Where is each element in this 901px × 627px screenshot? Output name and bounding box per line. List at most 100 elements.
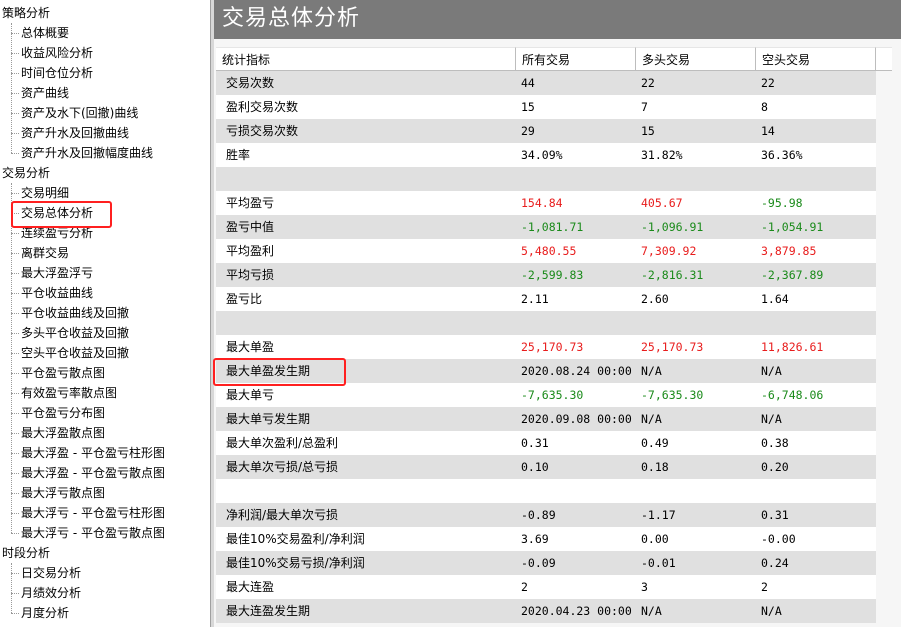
table-row[interactable]: 最大单亏 -7,635.30 -7,635.30 -6,748.06 <box>216 383 876 407</box>
tree-item[interactable]: 最大浮盈 - 平仓盈亏散点图 <box>21 463 165 483</box>
tree-connector <box>11 273 19 274</box>
main-panel: 交易总体分析 统计指标 所有交易 多头交易 空头交易 交易次数 44 22 22 盈利交… <box>214 0 901 627</box>
value-cell: -1,054.91 <box>761 220 824 234</box>
value-cell: -2,816.31 <box>641 268 704 282</box>
metric-name-cell: 平均亏损 <box>226 268 275 282</box>
column-header-long[interactable]: 多头交易 <box>636 47 756 71</box>
tree-item[interactable]: 平仓盈亏分布图 <box>21 403 105 423</box>
tree-connector <box>11 333 19 334</box>
tree-item[interactable]: 交易明细 <box>21 183 69 203</box>
tree-item[interactable]: 空头平仓收益及回撤 <box>21 343 129 363</box>
tree-section[interactable]: 策略分析 <box>2 3 50 23</box>
tree-connector <box>11 433 19 434</box>
metric-name-cell: 盈利交易次数 <box>226 100 299 114</box>
metric-name-cell: 最大连盈发生期 <box>226 604 311 618</box>
table-row[interactable]: 盈亏中值 -1,081.71 -1,096.91 -1,054.91 <box>216 215 876 239</box>
metric-name-cell: 最大单次盈利/总盈利 <box>226 436 339 450</box>
tree-item[interactable]: 平仓盈亏散点图 <box>21 363 105 383</box>
tree-item[interactable]: 最大浮盈散点图 <box>21 423 105 443</box>
value-cell: -0.09 <box>521 556 556 570</box>
value-cell: -2,599.83 <box>521 268 584 282</box>
tree-connector <box>11 253 19 254</box>
value-cell: 2020.08.24 00:00 <box>521 364 632 378</box>
highlight-max-win-date <box>213 358 346 386</box>
value-cell: 2020.04.23 00:00 <box>521 604 632 618</box>
tree-item[interactable]: 平仓收益曲线及回撤 <box>21 303 129 323</box>
table-row[interactable]: 盈亏比 2.11 2.60 1.64 <box>216 287 876 311</box>
tree-item[interactable]: 最大浮盈浮亏 <box>21 263 93 283</box>
metric-name-cell: 最大单亏发生期 <box>226 412 311 426</box>
tree-connector <box>11 573 19 574</box>
column-header-short[interactable]: 空头交易 <box>756 47 876 71</box>
metric-name-cell: 最大单亏 <box>226 388 275 402</box>
tree-item[interactable]: 最大浮亏散点图 <box>21 483 105 503</box>
tree-item[interactable]: 最大浮亏 - 平仓盈亏柱形图 <box>21 503 165 523</box>
tree-item[interactable]: 资产曲线 <box>21 83 69 103</box>
tree-item[interactable]: 时间仓位分析 <box>21 63 93 83</box>
table-row[interactable]: 最大连盈发生期 2020.04.23 00:00 N/A N/A <box>216 599 876 623</box>
value-cell: -1,081.71 <box>521 220 584 234</box>
column-header-metric[interactable]: 统计指标 <box>216 47 516 71</box>
highlight-sidebar-selection <box>11 201 112 228</box>
value-cell: 2.11 <box>521 292 549 306</box>
tree-connector <box>11 473 19 474</box>
value-cell: 34.09% <box>521 148 563 162</box>
value-cell: 31.82% <box>641 148 683 162</box>
table-row[interactable]: 平均盈利 5,480.55 7,309.92 3,879.85 <box>216 239 876 263</box>
tree-item[interactable]: 平仓收益曲线 <box>21 283 93 303</box>
tree-connector <box>11 313 19 314</box>
tree-item[interactable]: 有效盈亏率散点图 <box>21 383 117 403</box>
tree-item[interactable]: 月度分析 <box>21 603 69 623</box>
tree-item[interactable]: 资产升水及回撤曲线 <box>21 123 129 143</box>
value-cell: 0.49 <box>641 436 669 450</box>
tree-connector <box>11 453 19 454</box>
tree-connector <box>11 353 19 354</box>
tree-item[interactable]: 多头平仓收益及回撤 <box>21 323 129 343</box>
value-cell: 7 <box>641 100 648 114</box>
value-cell: 25,170.73 <box>521 340 584 354</box>
table-row[interactable]: 盈利交易次数 15 7 8 <box>216 95 876 119</box>
table-row[interactable]: 平均盈亏 154.84 405.67 -95.98 <box>216 191 876 215</box>
metric-name-cell: 亏损交易次数 <box>226 124 299 138</box>
table-row[interactable]: 最大单亏发生期 2020.09.08 00:00 N/A N/A <box>216 407 876 431</box>
table-row[interactable]: 最大单次盈利/总盈利 0.31 0.49 0.38 <box>216 431 876 455</box>
tree-item[interactable]: 月绩效分析 <box>21 583 81 603</box>
metric-name-cell: 最大单次亏损/总亏损 <box>226 460 339 474</box>
value-cell: 0.31 <box>521 436 549 450</box>
table-row[interactable] <box>216 311 876 335</box>
tree-line <box>11 183 12 533</box>
table-row[interactable]: 最大连盈 2 3 2 <box>216 575 876 599</box>
tree-item[interactable]: 收益风险分析 <box>21 43 93 63</box>
tree-section[interactable]: 时段分析 <box>2 543 50 563</box>
tree-connector <box>11 533 19 534</box>
table-row[interactable]: 胜率 34.09% 31.82% 36.36% <box>216 143 876 167</box>
tree-item[interactable]: 资产升水及回撤幅度曲线 <box>21 143 153 163</box>
table-row[interactable]: 最大单次亏损/总亏损 0.10 0.18 0.20 <box>216 455 876 479</box>
table-row[interactable]: 最大单盈 25,170.73 25,170.73 11,826.61 <box>216 335 876 359</box>
tree-item[interactable]: 离群交易 <box>21 243 69 263</box>
table-row[interactable]: 最佳10%交易盈利/净利润 3.69 0.00 -0.00 <box>216 527 876 551</box>
table-row[interactable] <box>216 479 876 503</box>
tree-item[interactable]: 最大浮盈 - 平仓盈亏柱形图 <box>21 443 165 463</box>
table-row[interactable]: 亏损交易次数 29 15 14 <box>216 119 876 143</box>
table-row[interactable]: 交易次数 44 22 22 <box>216 71 876 95</box>
title-bar: 交易总体分析 <box>214 0 901 39</box>
table-row[interactable]: 净利润/最大单次亏损 -0.89 -1.17 0.31 <box>216 503 876 527</box>
metric-name-cell: 交易次数 <box>226 76 275 90</box>
column-header-all[interactable]: 所有交易 <box>516 47 636 71</box>
tree-item[interactable]: 最大浮亏 - 平仓盈亏散点图 <box>21 523 165 543</box>
value-cell: 0.10 <box>521 460 549 474</box>
tree-item[interactable]: 资产及水下(回撤)曲线 <box>21 103 138 123</box>
tree-section[interactable]: 交易分析 <box>2 163 50 183</box>
table-row[interactable]: 平均亏损 -2,599.83 -2,816.31 -2,367.89 <box>216 263 876 287</box>
value-cell: N/A <box>641 412 662 426</box>
table-row[interactable]: 最佳10%交易亏损/净利润 -0.09 -0.01 0.24 <box>216 551 876 575</box>
table-row[interactable] <box>216 167 876 191</box>
tree-item[interactable]: 日交易分析 <box>21 563 81 583</box>
value-cell: 2 <box>761 580 768 594</box>
tree-item[interactable]: 总体概要 <box>21 23 69 43</box>
tree-connector <box>11 33 19 34</box>
metric-name-cell: 盈亏比 <box>226 292 263 306</box>
analysis-tree[interactable]: 策略分析 总体概要 收益风险分析 时间仓位分析 资产曲线 资产及水下(回撤)曲线 资产升水及… <box>0 0 211 627</box>
value-cell: 0.24 <box>761 556 789 570</box>
